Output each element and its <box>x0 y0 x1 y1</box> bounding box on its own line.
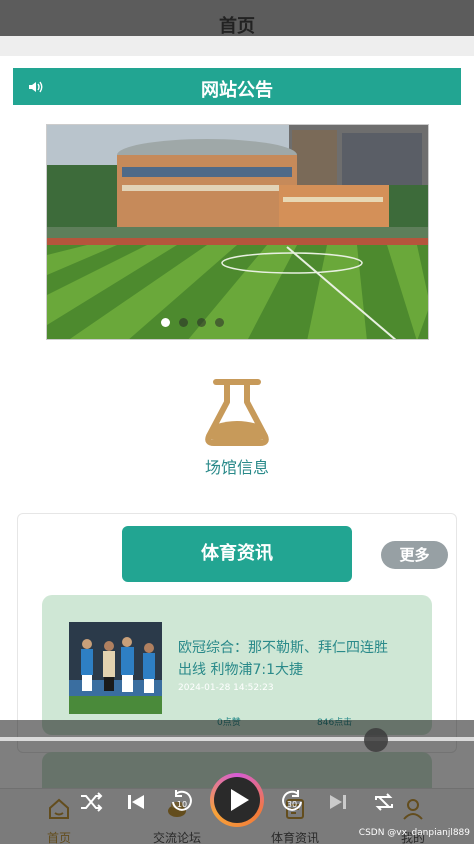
news-list-item[interactable]: 欧冠综合：那不勒斯、拜仁四连胜出线 利物浦7:1大捷 2024-01-28 14… <box>42 595 432 735</box>
venue-label: 场馆信息 <box>204 458 269 477</box>
svg-text:30: 30 <box>287 800 297 809</box>
carousel-dots[interactable] <box>47 318 383 327</box>
page-title: 首页 <box>219 16 255 37</box>
news-section-title[interactable]: 体育资讯 <box>122 526 352 582</box>
carousel-dot[interactable] <box>215 318 224 327</box>
carousel-dot[interactable] <box>161 318 170 327</box>
venue-info-entry[interactable]: 场馆信息 <box>187 378 287 478</box>
media-progress-knob[interactable] <box>364 728 388 752</box>
banner-carousel[interactable] <box>46 124 429 340</box>
flask-icon <box>205 379 269 446</box>
carousel-dot[interactable] <box>197 318 206 327</box>
shuffle-icon[interactable] <box>77 788 105 816</box>
forward-30-icon[interactable]: 30 <box>278 788 306 816</box>
more-button[interactable]: 更多 <box>381 541 448 569</box>
next-icon[interactable] <box>324 788 352 816</box>
notice-title: 网站公告 <box>201 80 273 101</box>
play-button-inner <box>214 777 260 823</box>
news-headline: 欧冠综合：那不勒斯、拜仁四连胜出线 利物浦7:1大捷 <box>178 640 388 678</box>
previous-icon[interactable] <box>122 788 150 816</box>
news-timestamp: 2024-01-28 14:52:23 <box>178 683 274 693</box>
carousel-dot[interactable] <box>179 318 188 327</box>
news-thumbnail <box>69 622 162 714</box>
repeat-icon[interactable] <box>370 788 398 816</box>
watermark: CSDN @vx_danpianjl889 <box>358 828 470 838</box>
svg-text:10: 10 <box>177 800 187 809</box>
play-icon <box>231 789 249 811</box>
play-button[interactable] <box>210 773 264 827</box>
notice-bar[interactable]: 网站公告 <box>13 68 461 105</box>
banner-image <box>47 125 428 339</box>
rewind-10-icon[interactable]: 10 <box>168 788 196 816</box>
media-progress-bar[interactable] <box>0 737 474 741</box>
